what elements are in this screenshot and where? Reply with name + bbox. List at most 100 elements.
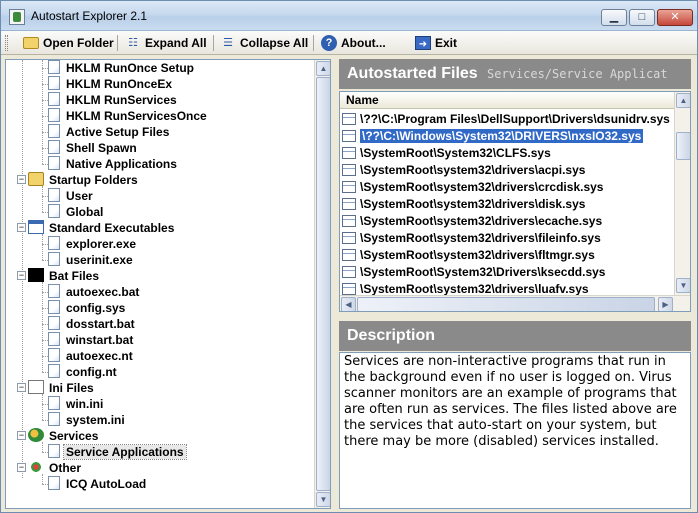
file-list-row[interactable]: \SystemRoot\System32\Drivers\ksecdd.sys [342,264,605,281]
tree-leaf-label: HKLM RunServices [66,93,177,107]
tree-leaf[interactable]: autoexec.bat [42,284,141,300]
other-icon [28,460,44,474]
tree-group-bat-files[interactable]: Bat Files [28,268,101,284]
file-icon [48,92,60,106]
column-header-name[interactable]: Name [340,92,674,109]
maximize-button[interactable]: □ [629,9,655,26]
file-path: \SystemRoot\system32\drivers\ecache.sys [360,214,603,228]
scroll-up-button[interactable]: ▲ [676,93,690,108]
driver-file-icon [342,130,356,142]
collapse-all-button[interactable]: ☰ Collapse All [220,34,308,52]
file-list-row[interactable]: \SystemRoot\System32\CLFS.sys [342,145,551,162]
tree-leaf[interactable]: config.sys [42,300,127,316]
scroll-up-button[interactable]: ▲ [316,61,330,76]
tree-expander[interactable]: − [17,431,26,440]
tree-leaf-label: Service Applications [63,444,187,460]
tree-leaf-label: Native Applications [66,157,177,171]
tree-leaf[interactable]: Active Setup Files [42,124,171,140]
list-vertical-scrollbar[interactable]: ▲ ▼ [674,92,690,295]
tree-group-other[interactable]: Other [28,460,83,476]
tree-guide-line [42,442,43,452]
expand-all-button[interactable]: ☷ Expand All [125,34,207,52]
file-icon [48,300,60,314]
tree-leaf[interactable]: userinit.exe [42,252,135,268]
file-icon [48,156,60,170]
file-list-row[interactable]: \SystemRoot\system32\drivers\disk.sys [342,196,585,213]
driver-file-icon [342,147,356,159]
collapse-tree-icon: ☰ [223,37,233,49]
minimize-button[interactable]: ▁ [601,9,627,26]
autostarted-header: Autostarted Files Services/Service Appli… [339,59,691,89]
file-icon [48,332,60,346]
tree-leaf[interactable]: HKLM RunOnce Setup [42,60,196,76]
file-path: \??\C:\Program Files\DellSupport\Drivers… [360,112,670,126]
tree-group-services[interactable]: Services [28,428,100,444]
driver-file-icon [342,249,356,261]
category-tree[interactable]: HKLM RunOnce Setup HKLM RunOnceEx HKLM R… [5,59,331,509]
file-icon [48,140,60,154]
file-list-row[interactable]: \SystemRoot\system32\drivers\ecache.sys [342,213,602,230]
scroll-down-button[interactable]: ▼ [676,278,690,293]
file-icon [48,476,60,490]
window-title: Autostart Explorer 2.1 [31,9,148,23]
file-list-row[interactable]: \SystemRoot\system32\drivers\crcdisk.sys [342,179,603,196]
tree-leaf[interactable]: ICQ AutoLoad [42,476,148,492]
tree-leaf[interactable]: HKLM RunOnceEx [42,76,174,92]
tree-expander[interactable]: − [17,271,26,280]
tree-expander[interactable]: − [17,463,26,472]
tree-expander[interactable]: − [17,383,26,392]
open-folder-button[interactable]: Open Folder [23,34,114,52]
driver-file-icon [342,283,356,295]
services-icon [28,428,44,442]
file-icon [48,412,60,426]
tree-leaf[interactable]: autoexec.nt [42,348,135,364]
file-list-row[interactable]: \SystemRoot\system32\drivers\fileinfo.sy… [342,230,601,247]
exit-icon: ➜ [415,36,431,50]
file-icon [48,108,60,122]
file-list-row[interactable]: \SystemRoot\system32\drivers\fltmgr.sys [342,247,595,264]
file-icon [48,188,60,202]
tree-leaf[interactable]: HKLM RunServices [42,92,179,108]
help-icon: ? [321,35,337,51]
driver-file-icon [342,181,356,193]
tree-leaf[interactable]: config.nt [42,364,119,380]
tree-leaf[interactable]: HKLM RunServicesOnce [42,108,209,124]
tree-leaf[interactable]: Service Applications [42,444,187,460]
scroll-right-button[interactable]: ▶ [658,297,673,311]
tree-group-startup-folders[interactable]: Startup Folders [28,172,140,188]
folder-open-icon [23,37,39,49]
tree-expander[interactable]: − [17,175,26,184]
file-list-row[interactable]: \??\C:\Windows\System32\DRIVERS\nxsIO32.… [342,128,644,145]
tree-vertical-scrollbar[interactable]: ▲ ▼ [314,60,330,508]
tree-leaf[interactable]: win.ini [42,396,105,412]
scroll-thumb[interactable] [676,132,690,160]
scroll-left-button[interactable]: ◀ [341,297,356,311]
file-icon [48,124,60,138]
about-button[interactable]: ? About... [321,34,386,52]
list-horizontal-scrollbar[interactable]: ◀ ▶ [340,295,690,311]
tree-leaf[interactable]: Native Applications [42,156,179,172]
scroll-thumb[interactable] [316,77,330,491]
exit-button[interactable]: ➜ Exit [415,34,457,52]
file-list-row[interactable]: \??\C:\Program Files\DellSupport\Drivers… [342,111,670,128]
tree-leaf[interactable]: winstart.bat [42,332,135,348]
tree-leaf[interactable]: explorer.exe [42,236,138,252]
tree-leaf-label: config.nt [66,365,117,379]
tree-leaf[interactable]: Shell Spawn [42,140,139,156]
tree-leaf-label: Shell Spawn [66,141,137,155]
toolbar-separator [313,35,314,51]
file-list-row[interactable]: \SystemRoot\system32\drivers\acpi.sys [342,162,585,179]
exit-label: Exit [435,36,458,50]
autostarted-file-list[interactable]: Name \??\C:\Program Files\DellSupport\Dr… [339,91,691,312]
tree-leaf[interactable]: dosstart.bat [42,316,137,332]
scroll-thumb[interactable] [357,297,655,311]
tree-expander[interactable]: − [17,223,26,232]
scroll-down-button[interactable]: ▼ [316,492,330,507]
tree-leaf-label: system.ini [66,413,125,427]
tree-group-standard-executables[interactable]: Standard Executables [28,220,176,236]
tree-leaf[interactable]: User [42,188,95,204]
close-button[interactable]: ✕ [657,9,693,26]
tree-group-ini-files[interactable]: Ini Files [28,380,96,396]
tree-leaf[interactable]: system.ini [42,412,127,428]
tree-leaf[interactable]: Global [42,204,105,220]
